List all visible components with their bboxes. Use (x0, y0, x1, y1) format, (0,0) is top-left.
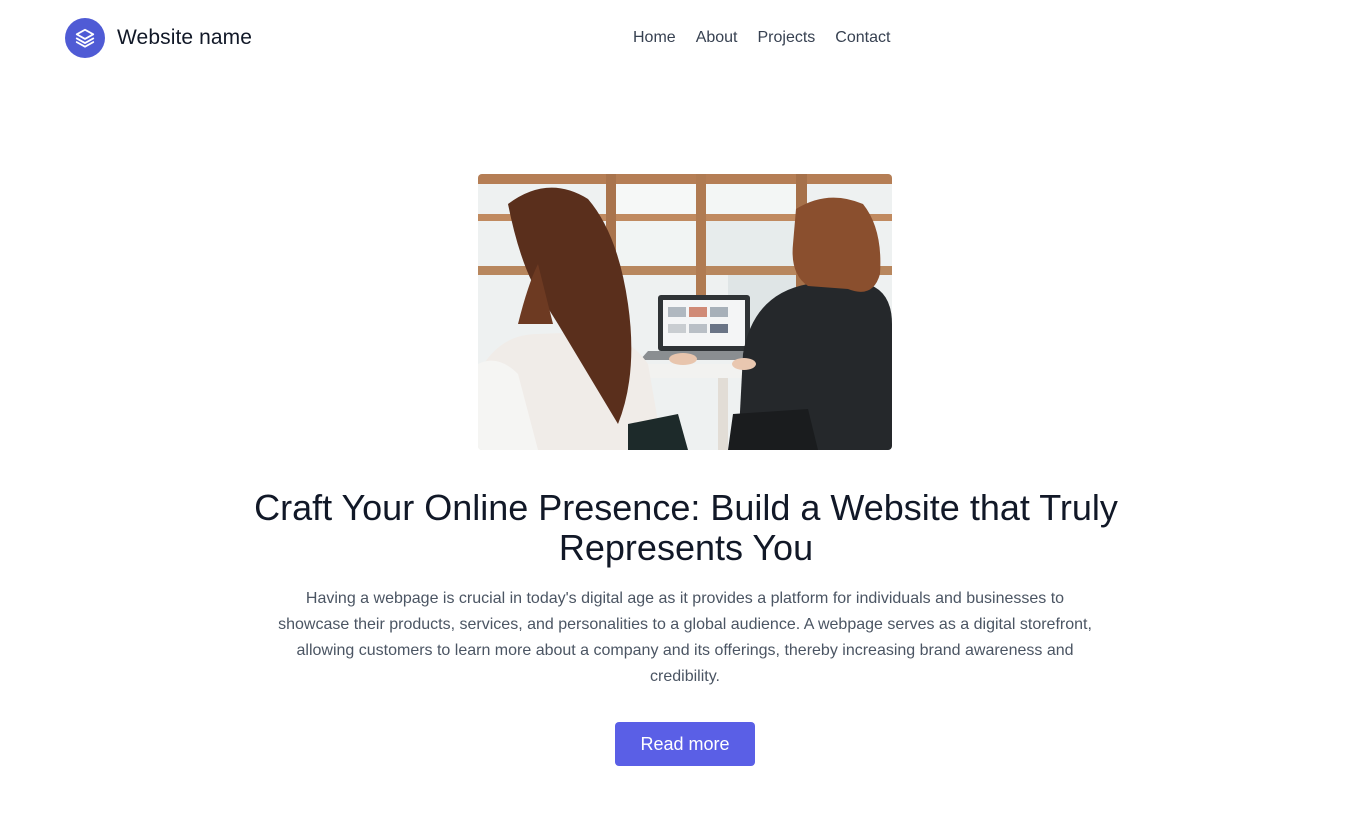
nav-link-projects[interactable]: Projects (748, 28, 826, 48)
hero-title: Craft Your Online Presence: Build a Webs… (254, 487, 1118, 568)
brand-name: Website name (117, 26, 253, 49)
brand-link[interactable]: Website name (65, 18, 252, 58)
hero-image (478, 174, 892, 450)
nav-link-contact[interactable]: Contact (825, 28, 900, 48)
layers-icon (65, 18, 105, 58)
nav-link-about[interactable]: About (686, 28, 748, 48)
hero-description: Having a webpage is crucial in today's d… (278, 590, 1092, 685)
main-nav: Home About Projects Contact (623, 28, 900, 48)
read-more-button[interactable]: Read more (615, 722, 755, 766)
site-header: Website name Home About Projects Contact (0, 0, 1372, 78)
nav-link-home[interactable]: Home (623, 28, 686, 48)
